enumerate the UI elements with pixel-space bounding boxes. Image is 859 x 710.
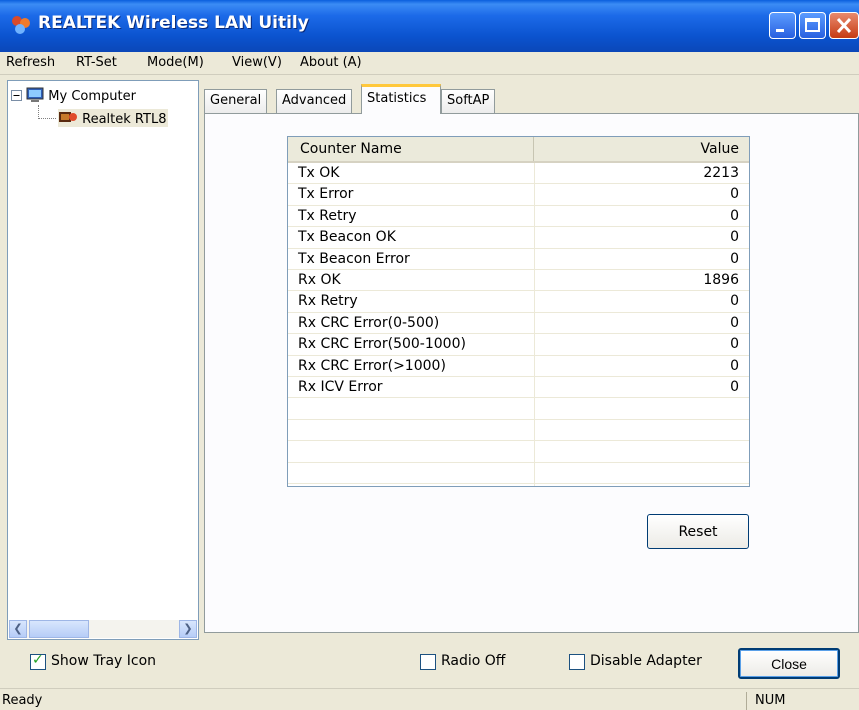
list-header: Counter Name Value	[288, 137, 749, 163]
counter-name-cell: Tx Beacon Error	[298, 250, 410, 267]
counter-value-cell: 1896	[703, 272, 739, 288]
scroll-right-button[interactable]: ❯	[179, 620, 197, 638]
counter-value-cell: 0	[730, 207, 739, 224]
minimize-icon	[776, 29, 784, 32]
window-title: REALTEK Wireless LAN Uitily	[38, 13, 309, 33]
reset-button[interactable]: Reset	[647, 514, 749, 549]
app-window: REALTEK Wireless LAN Uitily Refresh RT-S…	[0, 0, 859, 710]
menu-bar: Refresh RT-Set Mode(M) View(V) About (A)	[0, 52, 859, 75]
column-header-value[interactable]: Value	[534, 137, 749, 161]
maximize-button[interactable]	[799, 12, 826, 39]
counter-value-cell: 0	[730, 229, 739, 246]
menu-about[interactable]: About (A)	[300, 55, 362, 70]
table-row[interactable]: Tx Beacon OK 0	[288, 227, 749, 249]
menu-view[interactable]: View(V)	[232, 55, 282, 70]
table-row[interactable]: Rx Retry 0	[288, 291, 749, 313]
disable-adapter-checkbox[interactable]	[569, 654, 585, 670]
chevron-right-icon: ❯	[183, 622, 193, 635]
counter-name-cell: Tx Retry	[298, 207, 357, 224]
radio-off-label[interactable]: Radio Off	[441, 653, 505, 669]
minimize-button[interactable]	[769, 12, 796, 39]
tree-connector-h	[38, 118, 56, 120]
table-row[interactable]	[288, 463, 749, 484]
table-row[interactable]: Rx CRC Error(0-500) 0	[288, 313, 749, 335]
table-row[interactable]: Rx CRC Error(>1000) 0	[288, 356, 749, 377]
close-icon	[836, 17, 852, 34]
counter-value-cell: 0	[730, 186, 739, 203]
tree-connector	[38, 105, 40, 119]
radio-off-checkbox[interactable]	[420, 654, 436, 670]
counter-name-cell: Rx CRC Error(>1000)	[298, 357, 446, 374]
tree-label-realtek: Realtek RTL8	[82, 112, 167, 127]
collapse-icon[interactable]	[11, 90, 22, 101]
scroll-left-button[interactable]: ❮	[9, 620, 27, 638]
close-window-button[interactable]	[829, 12, 859, 39]
checkmark-icon: ✓	[32, 652, 44, 668]
close-button[interactable]: Close	[738, 648, 840, 679]
counter-name-cell: Tx Error	[298, 186, 354, 203]
network-adapter-icon	[59, 112, 77, 122]
counter-name-cell: Rx OK	[298, 272, 341, 288]
scroll-thumb[interactable]	[29, 620, 89, 638]
table-row[interactable]: Tx Error 0	[288, 184, 749, 206]
tree-node-realtek[interactable]: Realtek RTL8	[58, 109, 169, 127]
tree-horizontal-scrollbar[interactable]: ❮ ❯	[9, 620, 197, 638]
counter-name-cell: Tx Beacon OK	[298, 229, 396, 246]
tab-general[interactable]: General	[204, 89, 268, 113]
tab-statistics[interactable]: Statistics	[361, 84, 441, 114]
tree-label-my-computer: My Computer	[48, 89, 136, 104]
menu-refresh[interactable]: Refresh	[6, 55, 55, 70]
wireless-icon	[12, 16, 30, 34]
counter-name-cell: Rx CRC Error(0-500)	[298, 314, 440, 331]
status-text: Ready	[2, 693, 43, 708]
counter-name-cell: Tx OK	[298, 165, 340, 181]
table-row[interactable]	[288, 441, 749, 463]
table-row[interactable]: Rx CRC Error(500-1000) 0	[288, 334, 749, 356]
counter-value-cell: 0	[730, 357, 739, 374]
counter-name-cell: Rx CRC Error(500-1000)	[298, 336, 466, 353]
counter-value-cell: 0	[730, 293, 739, 310]
status-bar: Ready NUM	[0, 688, 859, 710]
num-lock-indicator: NUM	[746, 692, 796, 710]
counter-value-cell: 0	[730, 336, 739, 353]
menu-rt-set[interactable]: RT-Set	[76, 55, 117, 70]
menu-mode[interactable]: Mode(M)	[147, 55, 204, 70]
chevron-left-icon: ❮	[13, 622, 23, 635]
table-row[interactable]: Tx Beacon Error 0	[288, 249, 749, 270]
counter-name-cell: Rx ICV Error	[298, 379, 383, 395]
counter-value-cell: 0	[730, 314, 739, 331]
counter-value-cell: 2213	[703, 165, 739, 181]
show-tray-icon-checkbox[interactable]: ✓	[30, 652, 46, 670]
title-bar[interactable]: REALTEK Wireless LAN Uitily	[0, 0, 859, 52]
counter-value-cell: 0	[730, 250, 739, 267]
counter-name-cell: Rx Retry	[298, 293, 358, 310]
computer-icon	[26, 87, 44, 102]
table-row[interactable]: Tx Retry 0	[288, 206, 749, 228]
counter-value-cell: 0	[730, 379, 739, 395]
table-row[interactable]: Rx OK 1896	[288, 270, 749, 292]
tree-node-my-computer[interactable]: My Computer	[11, 87, 136, 104]
tab-advanced[interactable]: Advanced	[276, 89, 353, 113]
table-row[interactable]	[288, 420, 749, 442]
disable-adapter-label[interactable]: Disable Adapter	[590, 653, 702, 669]
table-row[interactable]: Tx OK 2213	[288, 163, 749, 185]
column-header-counter-name[interactable]: Counter Name	[288, 137, 534, 161]
statistics-list[interactable]: Counter Name Value Tx OK 2213 Tx Error 0 Tx …	[287, 136, 750, 487]
table-row[interactable]: Rx ICV Error 0	[288, 377, 749, 399]
show-tray-icon-label[interactable]: Show Tray Icon	[51, 653, 156, 669]
table-row[interactable]	[288, 398, 749, 420]
tab-softap[interactable]: SoftAP	[441, 89, 496, 113]
maximize-icon	[805, 18, 820, 32]
device-tree[interactable]: My Computer Realtek RTL8 ❮ ❯	[7, 80, 199, 640]
